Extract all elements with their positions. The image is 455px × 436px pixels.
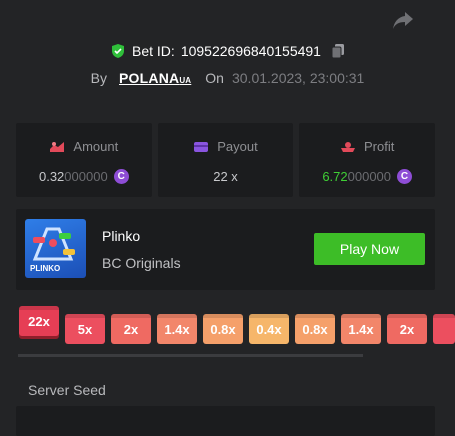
multiplier-slot: 1.4x: [157, 314, 197, 344]
multiplier-slot: 2x: [387, 314, 427, 344]
amount-icon: [50, 141, 65, 152]
multiplier-slot-hit: 22x: [19, 306, 59, 336]
share-icon[interactable]: [392, 10, 414, 30]
bcd-coin-icon: C: [113, 169, 129, 184]
game-card: PLINKO Plinko BC Originals Play Now: [16, 209, 435, 290]
username: POLANA: [119, 70, 180, 86]
bet-author-row: By POLANAUA On 30.01.2023, 23:00:31: [0, 68, 455, 88]
server-seed-label: Server Seed: [28, 382, 106, 398]
multiplier-slot: [433, 314, 455, 344]
multiplier-slot: 5x: [65, 314, 105, 344]
multiplier-slot: 0.8x: [295, 314, 335, 344]
amount-value-decimals: 000000: [64, 169, 108, 184]
play-now-button[interactable]: Play Now: [314, 233, 425, 265]
profit-card: Profit 6.72000000 C: [299, 123, 436, 197]
on-label: On: [205, 70, 224, 86]
bcd-coin-icon: C: [397, 169, 413, 184]
payout-label: Payout: [217, 139, 258, 154]
username-link[interactable]: POLANAUA: [119, 70, 191, 86]
username-suffix: UA: [179, 76, 192, 85]
amount-label: Amount: [73, 139, 119, 154]
thumbnail-label: PLINKO: [30, 264, 61, 273]
copy-icon[interactable]: [331, 43, 345, 59]
bet-stats: Amount 0.32000000 C Payout 22 x Profit 6…: [16, 123, 436, 197]
profit-label: Profit: [364, 139, 395, 154]
amount-value: 0.32: [38, 169, 65, 184]
profit-value: 6.72: [322, 169, 348, 184]
multiplier-slot: 0.4x: [249, 314, 289, 344]
profit-icon: [341, 141, 355, 152]
plinko-thumbnail[interactable]: PLINKO: [25, 219, 86, 278]
bet-id-value: 109522696840155491: [180, 43, 321, 59]
bet-id-label: Bet ID:: [132, 43, 175, 59]
verified-shield-icon: [112, 44, 125, 58]
bet-id-row: Bet ID: 109522696840155491: [0, 41, 455, 61]
game-provider: BC Originals: [102, 255, 181, 271]
payout-value: 22 x: [213, 169, 238, 184]
amount-card: Amount 0.32000000 C: [16, 123, 152, 197]
multiplier-scrollbar[interactable]: [18, 354, 363, 357]
by-label: By: [90, 70, 108, 86]
game-name: Plinko: [102, 228, 141, 244]
payout-card: Payout 22 x: [157, 123, 294, 197]
profit-value-decimals: 000000: [347, 169, 392, 184]
multiplier-slot: 2x: [111, 314, 151, 344]
multiplier-slot: 1.4x: [341, 314, 381, 344]
server-seed-field[interactable]: [16, 406, 435, 436]
bet-date: 30.01.2023, 23:00:31: [231, 70, 365, 86]
payout-icon: [194, 141, 209, 152]
multiplier-slot: 0.8x: [203, 314, 243, 344]
